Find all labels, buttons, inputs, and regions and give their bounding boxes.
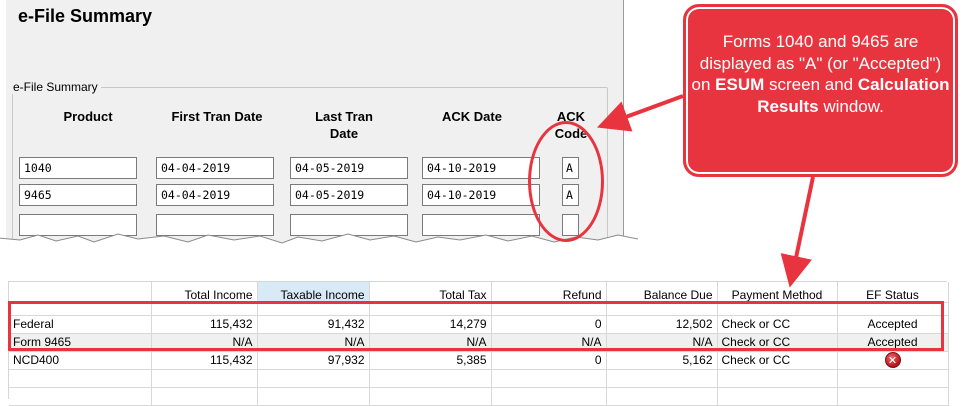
arrow-to-esum-icon: [596, 94, 684, 132]
arrow-to-results-icon: [780, 176, 815, 288]
annotation-arrows: [596, 94, 815, 288]
